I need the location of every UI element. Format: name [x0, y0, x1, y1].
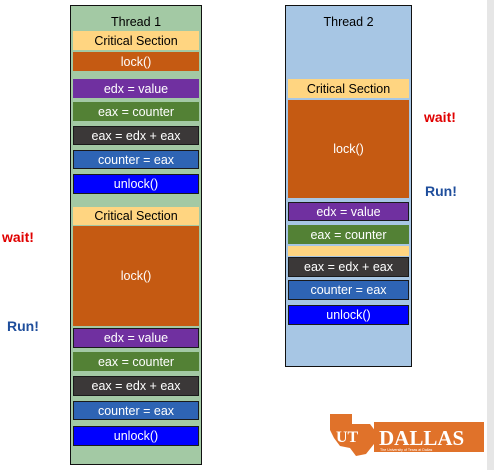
thread2-eax-counter: eax = counter — [288, 225, 409, 244]
thread1-column: Thread 1 Critical Section lock() edx = v… — [70, 5, 202, 465]
thread2-title: Thread 2 — [323, 15, 374, 29]
thread2-column: Thread 2 Critical Section lock() edx = v… — [285, 5, 412, 367]
thread1-lock-1: lock() — [73, 52, 199, 71]
thread1-eax-counter-1: eax = counter — [73, 102, 199, 121]
thread2-counter-eax: counter = eax — [288, 280, 409, 300]
ut-dallas-logo: UT DALLAS The University of Texas at Dal… — [326, 410, 486, 460]
thread2-run-label: Run! — [425, 183, 457, 199]
thread1-eax-sum-1: eax = edx + eax — [73, 126, 199, 145]
logo-tagline: The University of Texas at Dallas — [380, 448, 432, 452]
scrollbar[interactable] — [487, 0, 494, 470]
thread1-edx-value-1: edx = value — [73, 79, 199, 98]
thread1-critical-section-1: Critical Section — [73, 31, 199, 50]
thread2-eax-sum: eax = edx + eax — [288, 257, 409, 277]
thread1-lock-2: lock() — [73, 226, 199, 326]
thread1-eax-counter-2: eax = counter — [73, 352, 199, 371]
logo-name: DALLAS — [379, 426, 464, 450]
thread2-critical-section: Critical Section — [288, 79, 409, 98]
thread2-edx-value: edx = value — [288, 202, 409, 221]
thread1-eax-sum-2: eax = edx + eax — [73, 376, 199, 396]
logo-initials: UT — [336, 429, 359, 446]
thread2-lock: lock() — [288, 100, 409, 198]
thread2-unlock: unlock() — [288, 305, 409, 325]
thread1-title: Thread 1 — [110, 15, 162, 29]
thread1-edx-value-2: edx = value — [73, 328, 199, 348]
thread1-counter-eax-2: counter = eax — [73, 401, 199, 420]
thread1-run-label: Run! — [7, 318, 39, 334]
thread1-unlock-2: unlock() — [73, 426, 199, 446]
thread1-wait-label: wait! — [2, 229, 34, 245]
thread1-counter-eax-1: counter = eax — [73, 150, 199, 169]
thread2-gap-highlight — [288, 246, 409, 256]
ut-dallas-logo-graphic: UT DALLAS The University of Texas at Dal… — [330, 414, 484, 456]
thread1-unlock-1: unlock() — [73, 174, 199, 194]
thread2-wait-label: wait! — [424, 109, 456, 125]
thread1-critical-section-2: Critical Section — [73, 207, 199, 225]
